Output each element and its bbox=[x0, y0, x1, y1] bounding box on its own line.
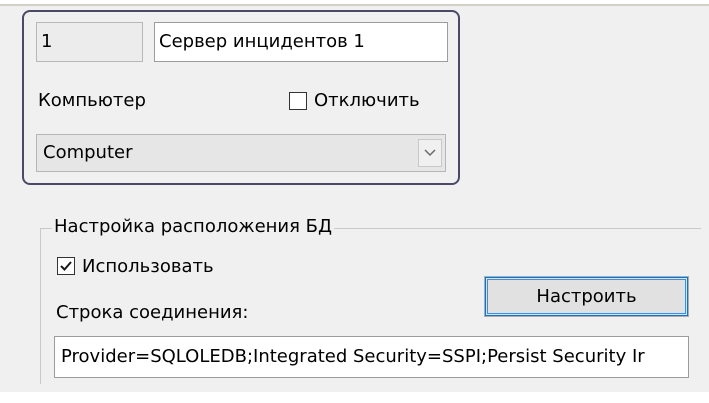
db-group-title: Настройка расположения БД bbox=[52, 216, 335, 237]
use-label: Использовать bbox=[82, 256, 214, 277]
disable-label: Отключить bbox=[314, 90, 420, 111]
device-name-field[interactable]: Сервер инцидентов 1 bbox=[154, 22, 448, 62]
computer-label: Компьютер bbox=[38, 90, 146, 111]
computer-select[interactable]: Computer bbox=[36, 134, 446, 172]
device-group: 1 Сервер инцидентов 1 Компьютер Отключит… bbox=[22, 10, 460, 185]
button-focus-ring bbox=[487, 279, 686, 314]
connection-string-field[interactable]: Provider=SQLOLEDB;Integrated Security=SS… bbox=[54, 336, 689, 378]
configure-button[interactable]: Настроить bbox=[484, 276, 689, 317]
disable-checkbox[interactable] bbox=[289, 92, 307, 110]
connection-string-label: Строка соединения: bbox=[56, 302, 249, 323]
chevron-down-icon[interactable] bbox=[418, 139, 442, 167]
device-number-field: 1 bbox=[36, 22, 143, 62]
computer-select-value: Computer bbox=[43, 142, 133, 163]
check-icon bbox=[60, 261, 72, 271]
use-checkbox[interactable] bbox=[57, 257, 75, 275]
